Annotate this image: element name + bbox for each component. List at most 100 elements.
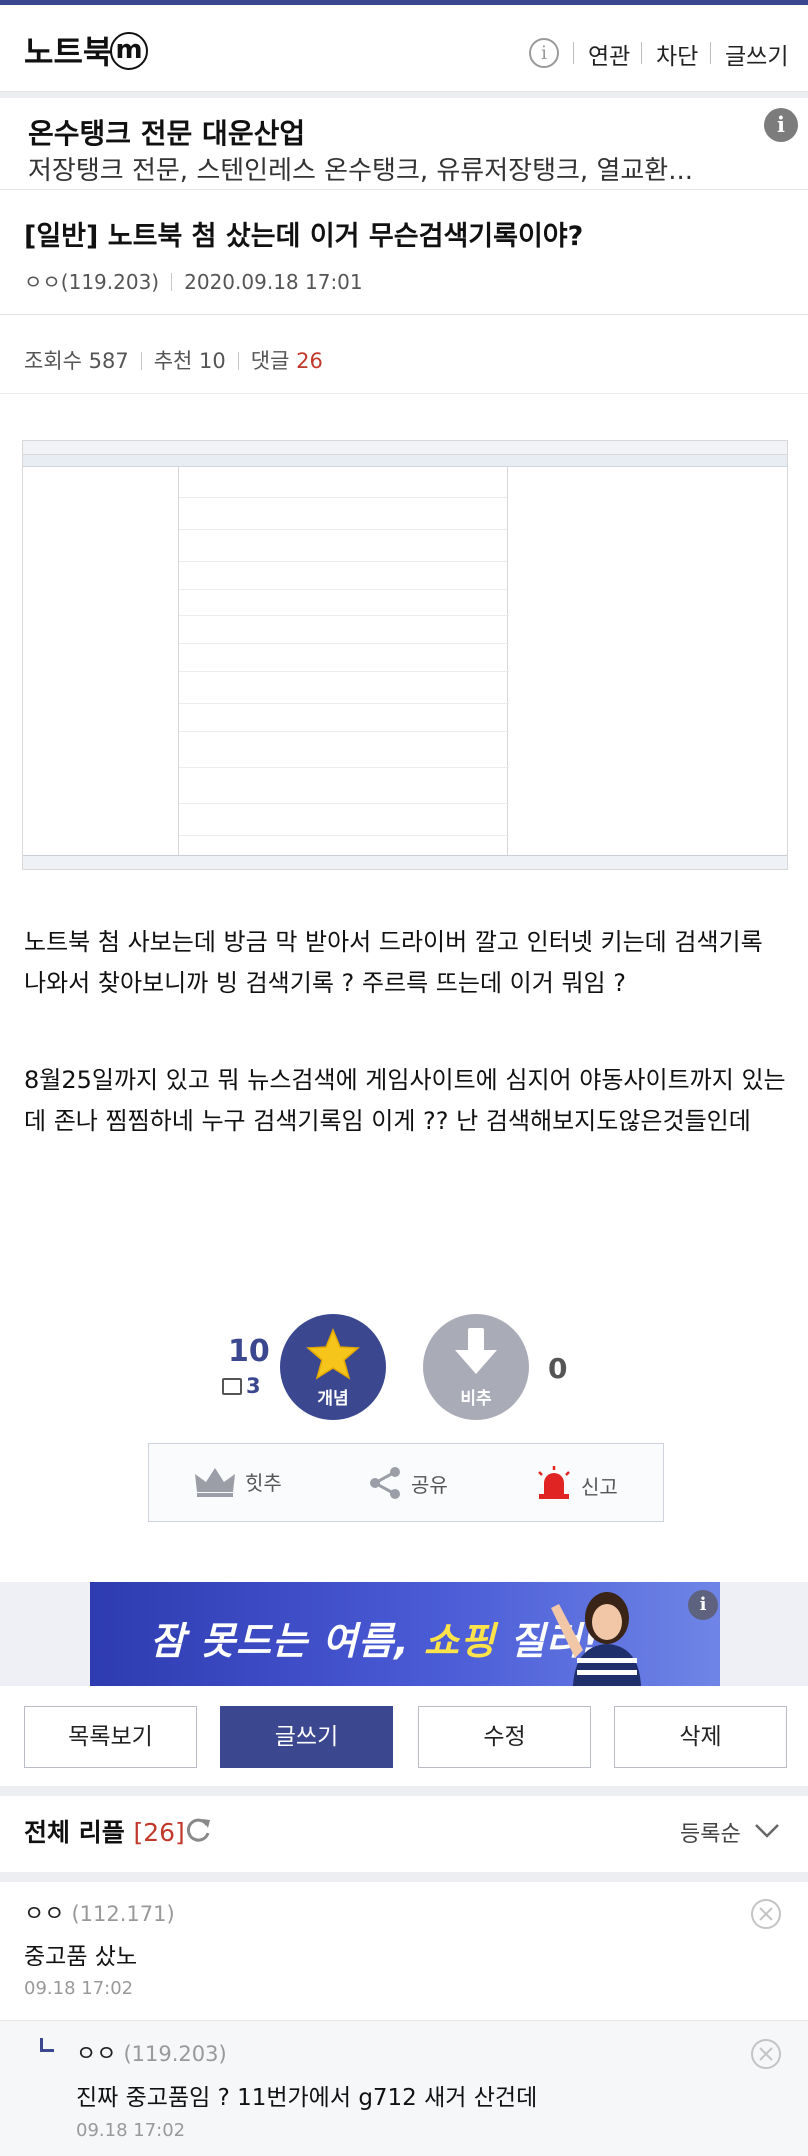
divider xyxy=(710,42,711,64)
banner-info-icon[interactable]: i xyxy=(688,1590,718,1620)
recommend-count: 추천 10 xyxy=(153,349,226,373)
post-stats: 조회수 587 추천 10 댓글 26 xyxy=(24,345,323,375)
post-datetime: 2020.09.18 17:01 xyxy=(184,270,363,294)
not-recommend-count: 0 xyxy=(548,1352,568,1385)
write-link[interactable]: 글쓰기 xyxy=(725,37,788,71)
image-row xyxy=(179,671,509,672)
divider xyxy=(573,42,574,64)
comments-total-count: [26] xyxy=(133,1818,185,1847)
comments-header: 전체 리플 [26] xyxy=(24,1813,185,1849)
write-button[interactable]: 글쓰기 xyxy=(220,1706,393,1768)
post-meta: ㅇㅇ(119.203) 2020.09.18 17:01 xyxy=(24,266,363,295)
reply-arrow-icon xyxy=(40,2038,54,2052)
share-label: 공유 xyxy=(411,1473,448,1497)
block-link[interactable]: 차단 xyxy=(656,37,698,71)
comment-text: 진짜 중고품임 ? 11번가에서 g712 새거 산건데 xyxy=(76,2085,538,2111)
gallery-title[interactable]: 노트북 xyxy=(24,27,112,73)
fixed-count-value: 3 xyxy=(246,1374,261,1398)
image-row xyxy=(179,835,509,836)
banner-text-prefix: 잠 못드는 여름, xyxy=(150,1619,410,1663)
image-row xyxy=(179,589,509,590)
comment-author[interactable]: ㅇㅇ (112.171) xyxy=(24,1896,175,1928)
report-label: 신고 xyxy=(581,1475,618,1499)
fixed-user-icon xyxy=(222,1378,242,1395)
edit-button[interactable]: 수정 xyxy=(418,1706,591,1768)
star-icon xyxy=(306,1328,360,1380)
comment-author-ip: (112.171) xyxy=(71,1902,175,1926)
image-browser-addressbar xyxy=(23,441,787,455)
post-actions-box: 힛추 공유 신고 xyxy=(148,1443,664,1522)
comment-author-name: ㅇㅇ xyxy=(24,1902,65,1927)
comment-author-ip: (119.203) xyxy=(123,2042,227,2066)
image-row xyxy=(179,561,509,562)
divider xyxy=(641,42,642,64)
image-row xyxy=(179,731,509,732)
image-history-panel xyxy=(178,467,509,859)
page: 노트북 m i 연관 차단 글쓰기 온수탱크 전문 대운산업 저장탱크 전문, … xyxy=(0,0,808,2156)
comment-time: 09.18 17:02 xyxy=(76,2120,186,2141)
divider xyxy=(0,314,808,315)
image-row xyxy=(179,643,509,644)
share-action[interactable]: 공유 xyxy=(367,1466,448,1500)
fixed-recommend-count: 3 xyxy=(222,1374,261,1398)
post-image-browser-screenshot[interactable] xyxy=(22,440,788,870)
share-icon xyxy=(370,1467,400,1499)
chevron-down-icon xyxy=(754,1824,779,1838)
comments-label: 댓글 xyxy=(250,349,290,373)
post-body-paragraph: 노트북 첨 사보는데 방금 막 받아서 드라이버 깔고 인터넷 키는데 검색기록… xyxy=(24,928,763,997)
comment-time: 09.18 17:02 xyxy=(24,1978,134,1999)
image-row xyxy=(179,615,509,616)
comment-author-name: ㅇㅇ xyxy=(76,2042,117,2067)
delete-button[interactable]: 삭제 xyxy=(614,1706,787,1768)
hit-recommend-action[interactable]: 힛추 xyxy=(193,1466,282,1498)
ad-title[interactable]: 온수탱크 전문 대운산업 xyxy=(28,112,305,152)
ad-info-icon[interactable]: i xyxy=(764,108,798,142)
sort-dropdown[interactable]: 등록순 xyxy=(680,1816,780,1848)
info-icon[interactable]: i xyxy=(529,38,559,68)
post-body-paragraph: 8월25일까지 있고 뭐 뉴스검색에 게임사이트에 심지어 야동사이트까지 있는… xyxy=(24,1066,786,1135)
comment-author[interactable]: ㅇㅇ (119.203) xyxy=(76,2036,227,2068)
delete-comment-icon[interactable] xyxy=(750,2038,782,2070)
related-link[interactable]: 연관 xyxy=(588,37,630,71)
text-ad-banner[interactable]: 온수탱크 전문 대운산업 저장탱크 전문, 스텐인레스 온수탱크, 유류저장탱크… xyxy=(0,92,808,190)
recommend-button[interactable]: 개념 xyxy=(280,1314,386,1420)
banner-text: 잠 못드는 여름, 쇼핑 질러! xyxy=(150,1610,600,1665)
divider xyxy=(0,393,808,394)
list-view-button[interactable]: 목록보기 xyxy=(24,1706,197,1768)
arrow-down-icon xyxy=(455,1328,497,1374)
image-row xyxy=(179,497,509,498)
banner-text-highlight: 쇼핑 xyxy=(423,1619,496,1663)
shopping-banner-ad[interactable]: 잠 못드는 여름, 쇼핑 질러! i xyxy=(90,1582,720,1686)
recommend-count-number: 10 xyxy=(228,1334,270,1369)
comments-title: 전체 리플 xyxy=(24,1818,125,1847)
image-taskbar xyxy=(23,855,787,869)
comment-text: 중고품 샀노 xyxy=(24,1944,138,1970)
banner-model-image xyxy=(551,1592,641,1686)
crown-icon xyxy=(195,1468,235,1497)
not-recommend-label: 비추 xyxy=(460,1389,492,1409)
not-recommend-button[interactable]: 비추 xyxy=(423,1314,529,1420)
minor-gallery-badge-icon: m xyxy=(110,32,148,70)
refresh-icon[interactable] xyxy=(184,1816,212,1844)
comments-count: 26 xyxy=(296,349,323,373)
section-gap xyxy=(0,1786,808,1796)
image-row xyxy=(179,529,509,530)
ad-description[interactable]: 저장탱크 전문, 스텐인레스 온수탱크, 유류저장탱크, 열교환... xyxy=(28,150,693,187)
siren-icon xyxy=(538,1466,570,1499)
report-action[interactable]: 신고 xyxy=(535,1466,618,1502)
views-count: 조회수 587 xyxy=(24,349,129,373)
image-row xyxy=(179,803,509,804)
divider xyxy=(140,352,142,370)
delete-comment-icon[interactable] xyxy=(750,1898,782,1930)
section-gap xyxy=(0,1872,808,1882)
image-browser-tabs xyxy=(23,455,787,467)
divider xyxy=(237,352,239,370)
post-title: [일반] 노트북 첨 샀는데 이거 무슨검색기록이야? xyxy=(24,221,584,252)
image-row xyxy=(179,703,509,704)
divider xyxy=(171,273,173,291)
post-author[interactable]: ㅇㅇ(119.203) xyxy=(24,270,159,294)
recommend-label: 개념 xyxy=(317,1389,349,1409)
hit-recommend-label: 힛추 xyxy=(245,1471,282,1495)
top-header: 노트북 m i 연관 차단 글쓰기 xyxy=(0,0,808,92)
sort-label: 등록순 xyxy=(680,1822,741,1847)
